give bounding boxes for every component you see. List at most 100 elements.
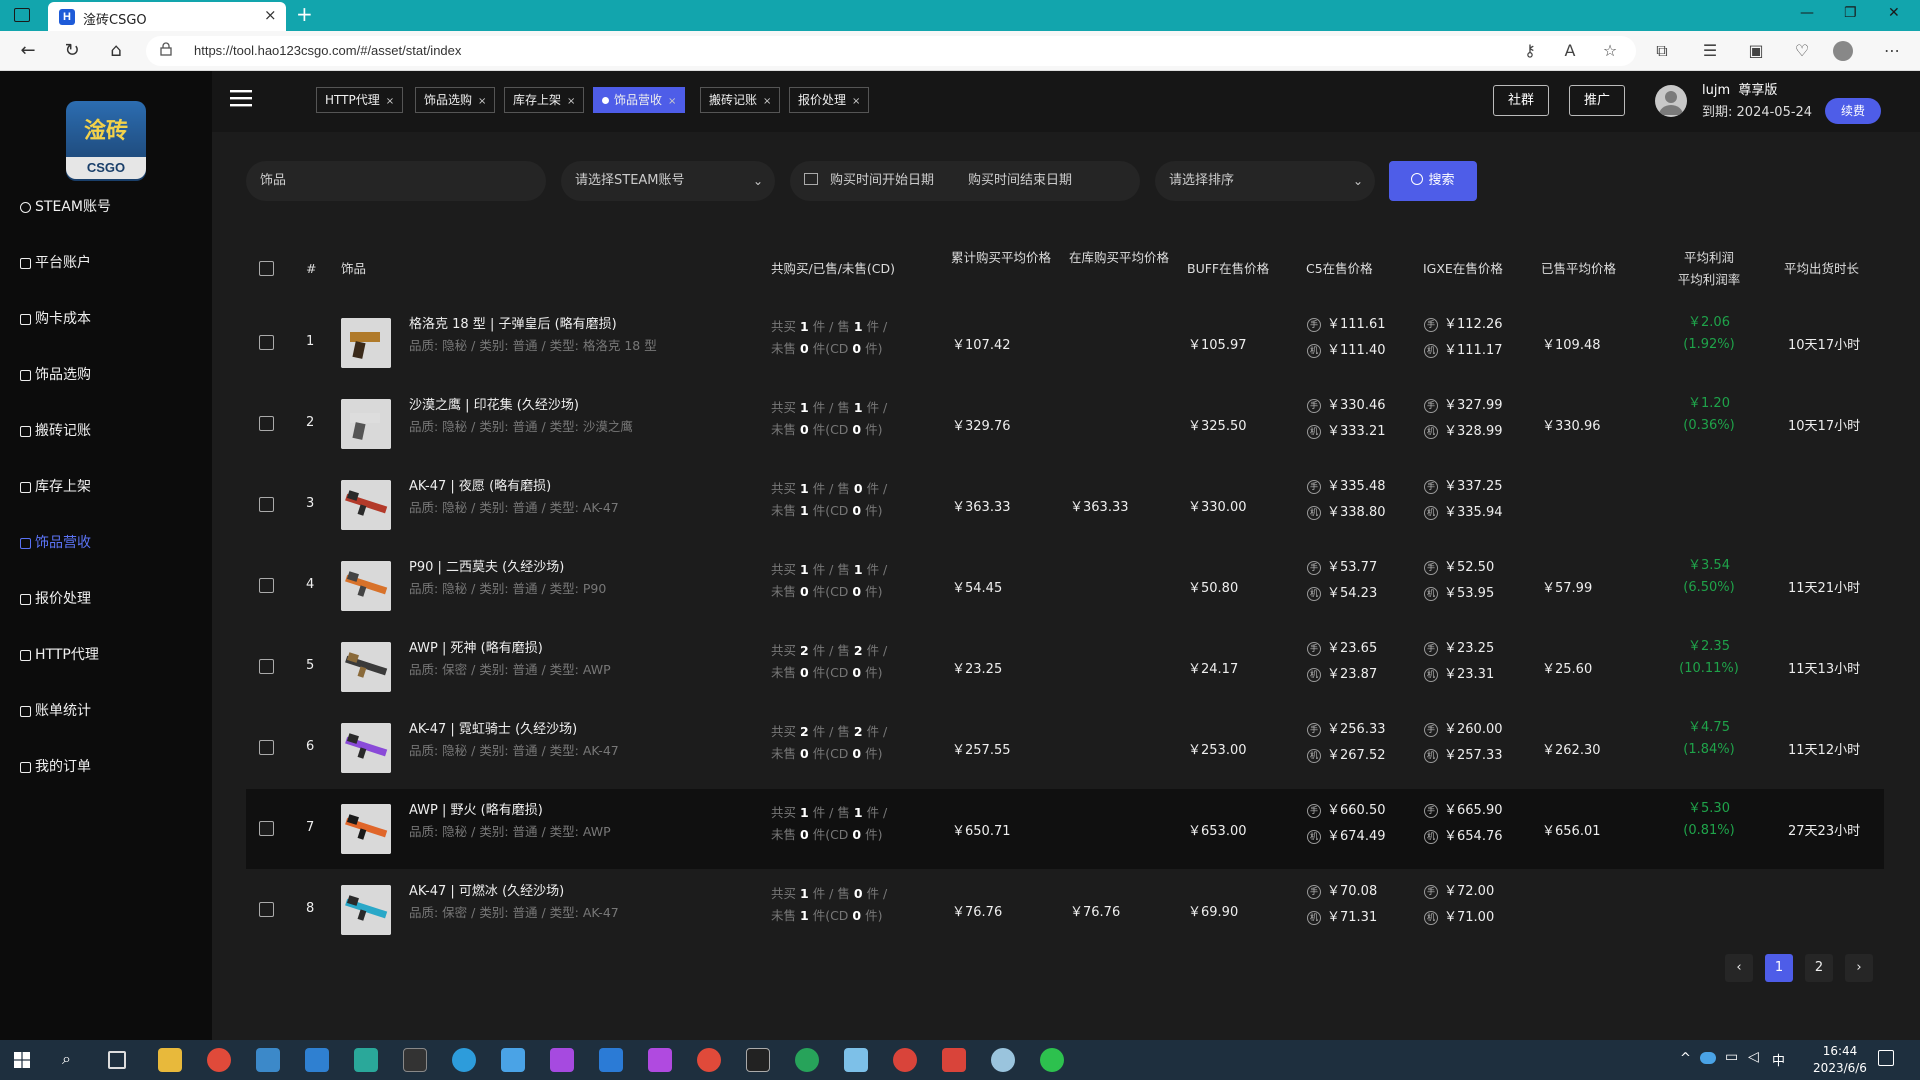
app-3-icon[interactable] (354, 1048, 378, 1072)
store-icon[interactable] (256, 1048, 280, 1072)
mail-icon[interactable] (305, 1048, 329, 1072)
table-row[interactable]: 1 格洛克 18 型 | 子弹皇后 (略有磨损) 品质: 隐秘 / 类别: 普通… (246, 303, 1884, 383)
sidebar-item-9[interactable]: 账单统计 (20, 699, 91, 723)
key-icon[interactable]: ⚷ (1518, 39, 1542, 63)
home-icon[interactable]: ⌂ (104, 39, 128, 63)
page-tab-0[interactable]: HTTP代理 × (316, 87, 404, 113)
item-name[interactable]: AK-47 | 可燃冰 (久经沙场) (409, 880, 564, 899)
tab-close-icon[interactable]: × (264, 6, 277, 24)
sidebar-item-8[interactable]: HTTP代理 (20, 643, 99, 667)
sidebar-item-3[interactable]: 饰品选购 (20, 363, 91, 387)
more-menu-icon[interactable]: ⋯ (1880, 39, 1904, 63)
favorites-icon[interactable]: ☰ (1698, 39, 1722, 63)
tab-close-icon[interactable]: × (852, 96, 860, 107)
search-button[interactable]: 搜索 (1389, 161, 1477, 201)
sidebar-item-6[interactable]: 饰品营收 (20, 531, 91, 555)
table-row[interactable]: 2 沙漠之鹰 | 印花集 (久经沙场) 品质: 隐秘 / 类别: 普通 / 类型… (246, 384, 1884, 464)
app-logo[interactable]: 淦砖 CSGO (66, 101, 146, 181)
sidebar-item-4[interactable]: 搬砖记账 (20, 419, 91, 443)
prev-page-button[interactable]: ‹ (1725, 954, 1753, 982)
item-name[interactable]: AWP | 野火 (略有磨损) (409, 799, 543, 818)
restore-icon[interactable]: ❐ (1844, 5, 1857, 21)
row-checkbox[interactable] (259, 335, 274, 350)
edge-icon[interactable] (452, 1048, 476, 1072)
ime-indicator[interactable]: 中 (1772, 1050, 1785, 1069)
row-checkbox[interactable] (259, 821, 274, 836)
tab-close-icon[interactable]: × (668, 96, 676, 107)
jetbrains-icon[interactable] (550, 1048, 574, 1072)
item-name[interactable]: AK-47 | 夜愿 (略有磨损) (409, 475, 551, 494)
steam-account-select[interactable]: 请选择STEAM账号 ⌄ (561, 161, 775, 201)
community-button[interactable]: 社群 (1493, 85, 1549, 116)
row-checkbox[interactable] (259, 659, 274, 674)
volume-icon[interactable]: ◁ (1748, 1049, 1759, 1065)
chrome-icon[interactable] (207, 1048, 231, 1072)
vscode-icon[interactable] (599, 1048, 623, 1072)
app-16-icon[interactable] (991, 1048, 1015, 1072)
browser-tab[interactable]: H 淦砖CSGO × (48, 2, 286, 31)
select-all-checkbox[interactable] (259, 261, 274, 276)
user-avatar[interactable] (1655, 85, 1687, 117)
browser-essentials-icon[interactable]: ♡ (1790, 39, 1814, 63)
sidebar-item-10[interactable]: 我的订单 (20, 755, 91, 779)
hamburger-menu-icon[interactable] (230, 89, 252, 107)
page-tab-3[interactable]: 饰品营收 × (593, 87, 686, 113)
app-14-icon[interactable] (893, 1048, 917, 1072)
page-tab-1[interactable]: 饰品选购 × (415, 87, 496, 113)
window-menu-icon[interactable] (14, 8, 30, 22)
row-checkbox[interactable] (259, 902, 274, 917)
windows-start-icon[interactable] (14, 1052, 30, 1068)
sidebar-item-0[interactable]: STEAM账号 (20, 195, 111, 219)
purchase-date-range[interactable]: 购买时间开始日期 购买时间结束日期 (790, 161, 1140, 201)
promote-button[interactable]: 推广 (1569, 85, 1625, 116)
row-checkbox[interactable] (259, 497, 274, 512)
extensions-icon[interactable]: ⧉ (1650, 39, 1674, 63)
page-button-2[interactable]: 2 (1805, 954, 1833, 982)
chrome-dev-icon[interactable] (697, 1048, 721, 1072)
new-tab-icon[interactable]: + (296, 2, 313, 26)
item-search-input[interactable]: 饰品 (246, 161, 546, 201)
item-name[interactable]: 沙漠之鹰 | 印花集 (久经沙场) (409, 394, 579, 413)
file-explorer-icon[interactable] (158, 1048, 182, 1072)
network-icon[interactable]: ▭ (1725, 1049, 1738, 1065)
page-tab-5[interactable]: 报价处理 × (789, 87, 870, 113)
item-name[interactable]: P90 | 二西莫夫 (久经沙场) (409, 556, 564, 575)
notes-icon[interactable] (844, 1048, 868, 1072)
table-row[interactable]: 4 P90 | 二西莫夫 (久经沙场) 品质: 隐秘 / 类别: 普通 / 类型… (246, 546, 1884, 626)
page-tab-4[interactable]: 搬砖记账 × (700, 87, 781, 113)
sidebar-item-1[interactable]: 平台账户 (20, 251, 91, 275)
back-icon[interactable]: ← (16, 39, 40, 63)
table-row[interactable]: 5 AWP | 死神 (略有磨损) 品质: 保密 / 类别: 普通 / 类型: … (246, 627, 1884, 707)
onedrive-icon[interactable] (1700, 1052, 1716, 1064)
row-checkbox[interactable] (259, 416, 274, 431)
task-view-icon[interactable] (108, 1051, 126, 1069)
page-button-1[interactable]: 1 (1765, 954, 1793, 982)
tab-close-icon[interactable]: × (478, 96, 486, 107)
tray-chevron-icon[interactable]: ^ (1680, 1051, 1691, 1066)
url-bar[interactable]: https://tool.hao123csgo.com/#/asset/stat… (146, 36, 1636, 66)
item-name[interactable]: 格洛克 18 型 | 子弹皇后 (略有磨损) (409, 313, 617, 332)
refresh-icon[interactable]: ↻ (60, 39, 84, 63)
sidebar-item-5[interactable]: 库存上架 (20, 475, 91, 499)
sort-select[interactable]: 请选择排序 ⌄ (1155, 161, 1375, 201)
renew-button[interactable]: 续费 (1825, 98, 1881, 124)
item-name[interactable]: AWP | 死神 (略有磨损) (409, 637, 543, 656)
tab-close-icon[interactable]: × (763, 96, 771, 107)
tab-close-icon[interactable]: × (386, 96, 394, 107)
row-checkbox[interactable] (259, 740, 274, 755)
wps-icon[interactable] (942, 1048, 966, 1072)
page-tab-2[interactable]: 库存上架 × (504, 87, 585, 113)
terminal-icon[interactable] (403, 1048, 427, 1072)
sidebar-item-7[interactable]: 报价处理 (20, 587, 91, 611)
minimize-icon[interactable]: — (1800, 5, 1814, 21)
search-taskbar-icon[interactable]: ⌕ (62, 1049, 71, 1069)
profile-avatar-icon[interactable] (1833, 41, 1853, 61)
wechat-icon[interactable] (1040, 1048, 1064, 1072)
collections-icon[interactable]: ▣ (1744, 39, 1768, 63)
capcut-icon[interactable] (746, 1048, 770, 1072)
table-row[interactable]: 3 AK-47 | 夜愿 (略有磨损) 品质: 隐秘 / 类别: 普通 / 类型… (246, 465, 1884, 545)
table-row[interactable]: 8 AK-47 | 可燃冰 (久经沙场) 品质: 保密 / 类别: 普通 / 类… (246, 870, 1884, 950)
read-aloud-icon[interactable]: A (1558, 39, 1582, 63)
table-row[interactable]: 7 AWP | 野火 (略有磨损) 品质: 隐秘 / 类别: 普通 / 类型: … (246, 789, 1884, 869)
sidebar-item-2[interactable]: 购卡成本 (20, 307, 91, 331)
